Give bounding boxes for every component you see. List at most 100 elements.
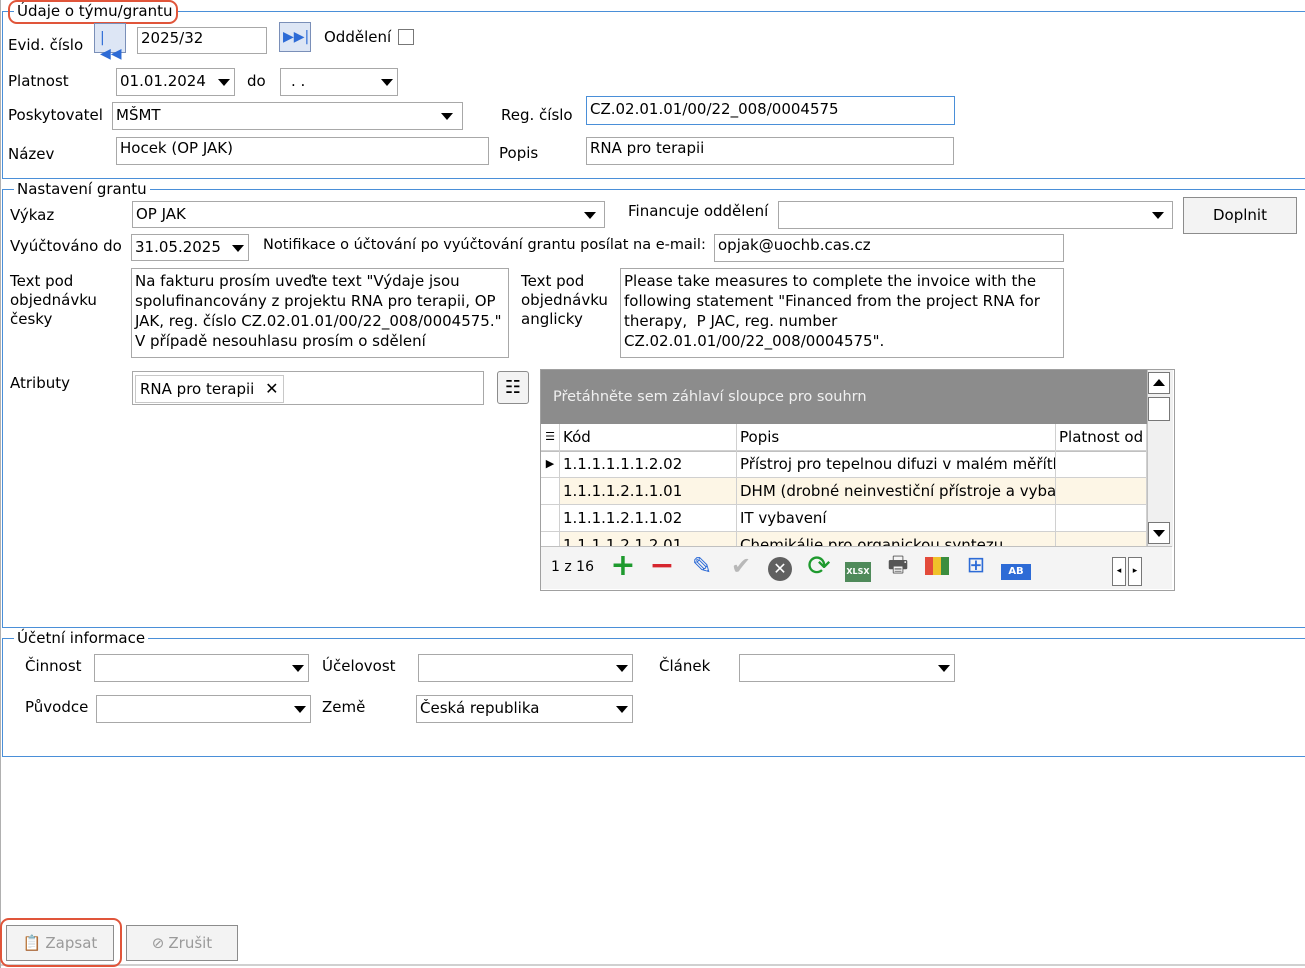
financuje-label: Financuje oddělení (628, 202, 769, 220)
text-cz-label: Text pod objednávku česky (10, 272, 97, 328)
zeme-select[interactable]: Česká republika (416, 695, 633, 723)
vykaz-select[interactable]: OP JAK (132, 201, 605, 228)
scroll-up-button[interactable] (1148, 372, 1170, 394)
oddeleni-label: Oddělení (324, 28, 392, 46)
row-platnost (1056, 532, 1147, 546)
column-header-platnost[interactable]: Platnost od (1056, 424, 1147, 451)
nav-last-button[interactable]: ▶▶| (279, 22, 311, 52)
nazev-input[interactable]: Hocek (OP JAK) (116, 137, 489, 165)
chevron-down-icon[interactable] (381, 79, 393, 86)
chevron-down-icon[interactable] (232, 244, 244, 252)
chevron-down-icon[interactable] (292, 665, 304, 672)
table-row[interactable]: 1.1.1.1.2.1.1.01 DHM (drobné neinvestičn… (541, 478, 1147, 505)
chevron-down-icon[interactable] (616, 706, 628, 713)
poskytovatel-label: Poskytovatel (8, 106, 103, 124)
cancel-icon[interactable]: ✕ (766, 552, 794, 581)
table-row[interactable]: 1.1.1.1.2.1.1.02 IT vybavení (541, 505, 1147, 532)
chevron-down-icon[interactable] (1152, 212, 1164, 219)
toolbar-scroll-right-button[interactable]: ▸ (1128, 557, 1142, 586)
nazev-label: Název (8, 145, 55, 163)
text-en-textarea[interactable]: Please take measures to complete the inv… (620, 268, 1064, 358)
ucelovost-select[interactable] (418, 654, 633, 682)
row-platnost (1056, 478, 1147, 505)
reg-input[interactable]: CZ.02.01.01/00/22_008/0004575 (586, 96, 955, 125)
chevron-down-icon[interactable] (616, 665, 628, 672)
column-chooser-icon[interactable]: ☰ (541, 424, 560, 451)
platnost-to-datepicker[interactable]: . . (280, 68, 398, 96)
do-label: do (247, 72, 266, 90)
zapsat-highlight (0, 918, 122, 967)
ucelovost-label: Účelovost (322, 657, 396, 675)
footer-divider (0, 964, 1305, 966)
toolbar-scroll-left-button[interactable]: ◂ (1112, 557, 1126, 586)
vyuctovano-value: 31.05.2025 (135, 238, 221, 256)
color-grid-icon[interactable] (923, 552, 951, 580)
platnost-to-value: . . (291, 72, 306, 90)
clanek-select[interactable] (739, 654, 955, 682)
zrusit-button[interactable]: ⊘ Zrušit (126, 925, 238, 961)
zeme-value: Česká republika (420, 699, 540, 717)
nav-first-button[interactable]: |◀◀ (94, 23, 126, 62)
oddeleni-checkbox[interactable] (398, 29, 414, 45)
row-kod: 1.1.1.1.2.1.1.02 (560, 505, 737, 532)
chevron-down-icon[interactable] (441, 113, 453, 120)
financuje-select[interactable] (778, 201, 1173, 229)
puvodce-select[interactable] (96, 695, 311, 723)
chevron-down-icon[interactable] (218, 79, 230, 86)
row-platnost (1056, 451, 1147, 478)
confirm-icon[interactable]: ✔ (727, 552, 755, 580)
chevron-down-icon (1153, 530, 1165, 537)
atributy-picker-button[interactable]: ☷ (497, 371, 529, 404)
vyuctovano-datepicker[interactable]: 31.05.2025 (131, 234, 249, 261)
text-cz-textarea[interactable]: Na fakturu prosím uveďte text "Výdaje js… (131, 268, 509, 358)
scroll-down-button[interactable] (1148, 522, 1170, 544)
poskytovatel-value: MŠMT (116, 106, 161, 124)
table-row[interactable]: ▶ 1.1.1.1.1.1.2.02 Přístroj pro tepelnou… (541, 451, 1147, 478)
clanek-label: Článek (659, 657, 711, 675)
export-xlsx-icon[interactable]: XLSX (844, 552, 872, 582)
row-indicator (541, 478, 560, 505)
zrusit-label: Zrušit (168, 934, 213, 952)
chevron-down-icon[interactable] (294, 706, 306, 713)
text-en-label: Text pod objednávku anglicky (521, 272, 608, 328)
add-icon[interactable]: + (609, 551, 637, 581)
atribut-tag-label: RNA pro terapii (140, 380, 255, 398)
column-header-popis[interactable]: Popis (737, 424, 1056, 451)
remove-tag-icon[interactable]: ✕ (265, 379, 278, 398)
poskytovatel-select[interactable]: MŠMT (112, 102, 463, 130)
chevron-down-icon[interactable] (584, 211, 596, 219)
chevron-down-icon[interactable] (938, 665, 950, 672)
row-popis: DHM (drobné neinvestiční přístroje a vyb… (737, 478, 1056, 505)
scroll-thumb[interactable] (1148, 397, 1170, 421)
popis-input[interactable]: RNA pro terapii (586, 137, 954, 165)
print-icon[interactable]: 🖶 (884, 552, 912, 580)
doplnit-button[interactable]: Doplnit (1183, 197, 1297, 234)
group-by-hint: Přetáhněte sem záhlaví sloupce pro souhr… (553, 389, 867, 405)
atribut-tag: RNA pro terapii ✕ (135, 375, 284, 403)
row-indicator (541, 532, 560, 546)
table-row[interactable]: 1.1.1.1.2.1.2.01 Chemikálie pro organick… (541, 532, 1147, 546)
platnost-from-datepicker[interactable]: 01.01.2024 (116, 68, 235, 96)
checklist-icon: ☷ (504, 377, 522, 398)
email-input[interactable]: opjak@uochb.cas.cz (714, 234, 1064, 262)
atributy-input[interactable]: RNA pro terapii ✕ (132, 371, 484, 405)
last-record-icon: ▶▶| (283, 29, 310, 45)
row-platnost (1056, 505, 1147, 532)
remove-icon[interactable]: − (648, 551, 676, 581)
row-popis: Přístroj pro tepelnou difuzi v malém měř… (737, 451, 1056, 478)
row-kod: 1.1.1.1.2.1.1.01 (560, 478, 737, 505)
autofit-columns-icon[interactable]: AB (1001, 552, 1031, 580)
table-refresh-icon[interactable]: ⊞ (962, 552, 990, 580)
cancel-circle-icon: ⊘ (151, 934, 165, 952)
cinnost-select[interactable] (94, 654, 309, 682)
edit-icon[interactable]: ✎ (688, 552, 716, 580)
evid-input[interactable]: 2025/32 (137, 27, 267, 54)
left-border (0, 0, 1, 968)
column-header-kod[interactable]: Kód (560, 424, 737, 451)
vyuctovano-label: Vyúčtováno do (10, 237, 122, 255)
popis-label: Popis (499, 144, 539, 162)
row-kod: 1.1.1.1.1.1.2.02 (560, 451, 737, 478)
refresh-icon[interactable]: ⟳ (805, 552, 833, 580)
team-title-highlight (8, 0, 178, 24)
platnost-from-value: 01.01.2024 (120, 72, 206, 90)
